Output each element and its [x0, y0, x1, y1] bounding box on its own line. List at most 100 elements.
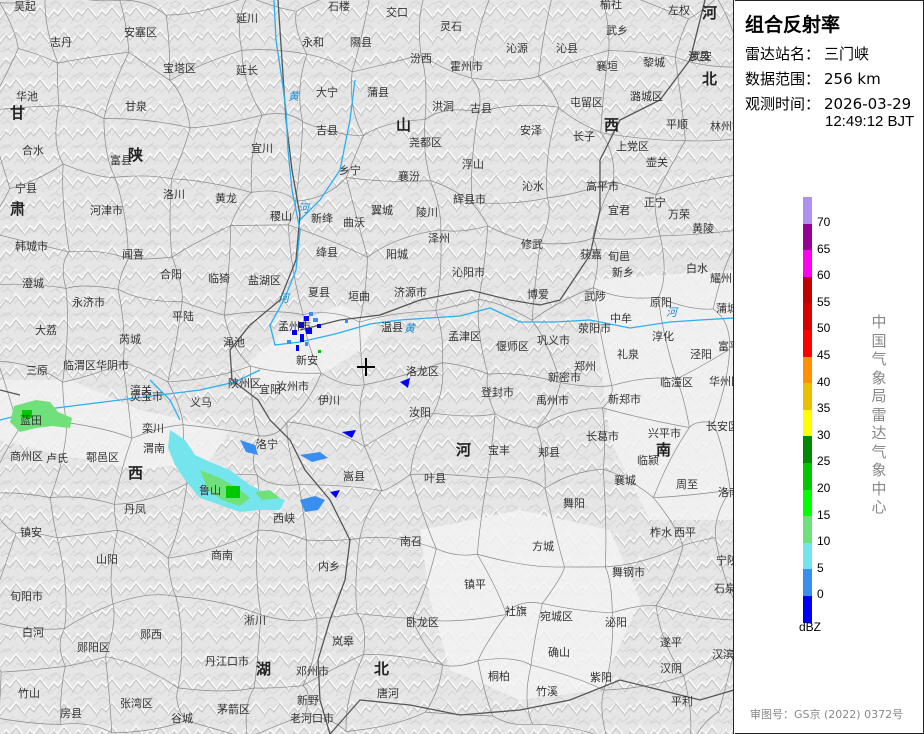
place-label: 镇安 — [20, 525, 42, 539]
place-label: 新野 — [297, 693, 319, 707]
legend-swatch — [803, 489, 812, 517]
place-label: 温县 — [381, 321, 403, 334]
range-row: 数据范围： 256 km — [745, 68, 881, 89]
place-label: 石楼 — [328, 0, 350, 13]
place-label: 华阴市 — [96, 358, 129, 372]
place-label: 伊川 — [318, 394, 340, 407]
time-label: 观测时间： — [745, 95, 821, 113]
place-label: 洛龙区 — [406, 364, 439, 378]
place-label: 灵宝市 — [130, 389, 163, 403]
province-label: 陕 — [128, 146, 143, 164]
place-label: 张湾区 — [120, 696, 153, 710]
place-label: 翼城 — [371, 204, 393, 217]
place-label: 临潼区 — [660, 375, 693, 389]
place-label: 丹江口市 — [205, 654, 249, 668]
place-label: 石泉 — [714, 581, 734, 595]
legend-tick: 40 — [817, 374, 831, 389]
legend-unit: dBZ — [799, 620, 822, 634]
place-label: 宛城区 — [540, 609, 573, 623]
legend-swatch — [803, 303, 812, 330]
place-label: 博爱 — [527, 288, 549, 301]
province-label: 北 — [702, 70, 717, 88]
place-label: 谷城 — [171, 712, 193, 725]
place-label: 澄城 — [22, 276, 44, 290]
legend-swatch — [803, 223, 812, 251]
place-label: 汝阳 — [409, 405, 431, 419]
legend-tick: 65 — [817, 241, 831, 256]
station-row: 雷达站名： 三门峡 — [745, 43, 869, 64]
place-label: 韩城市 — [15, 239, 48, 253]
place-label: 华州区 — [709, 374, 734, 388]
place-label: 柞水 — [650, 525, 672, 539]
place-label: 黄龙 — [215, 191, 237, 205]
place-label: 曲沃 — [343, 216, 365, 229]
place-label: 襄垣 — [596, 59, 618, 73]
place-label: 新密市 — [548, 370, 581, 384]
place-label: 嵩县 — [343, 470, 365, 483]
place-label: 宝塔区 — [163, 61, 196, 75]
radar-map[interactable]: 吴起 延川 石楼 交口 灵石 榆社 左权 志丹 安塞区 永和 隰县 汾西 沁源 沁县 武乡 武安 宝塔区 延长 霍州… — [0, 0, 734, 734]
place-label: 平利 — [671, 695, 693, 708]
info-panel: 组合反射率 雷达站名： 三门峡 数据范围： 256 km 观测时间： 2026-03-… — [735, 0, 924, 734]
place-label: 内乡 — [318, 559, 340, 573]
place-label: 巩义市 — [537, 333, 570, 347]
place-label: 舞阳 — [563, 497, 585, 510]
place-label: 叶县 — [424, 472, 446, 485]
place-label: 汾西 — [410, 52, 432, 65]
place-label: 禹州市 — [536, 393, 569, 407]
place-label: 邓州市 — [296, 664, 329, 678]
place-label: 渑池 — [223, 336, 245, 349]
place-label: 郏县 — [538, 446, 560, 459]
legend-tick: 35 — [817, 401, 831, 416]
place-label: 西平 — [674, 526, 696, 539]
approval-number: 审图号：GS京 (2022) 0372号 — [750, 708, 904, 721]
place-label: 乡宁 — [339, 163, 361, 177]
place-label: 富平 — [718, 339, 734, 353]
province-label: 南 — [656, 441, 671, 459]
place-label: 汝州市 — [276, 379, 309, 393]
place-label: 沁水 — [522, 180, 544, 193]
place-label: 镇平 — [464, 577, 486, 591]
place-label: 尧都区 — [409, 136, 442, 149]
legend-tick: 0 — [817, 587, 824, 602]
place-label: 黄陵 — [692, 221, 714, 235]
place-label: 甘泉 — [125, 99, 147, 113]
place-label: 安泽 — [520, 123, 542, 137]
time-clock: 12:49:12 BJT — [825, 113, 915, 130]
place-label: 鲁山 — [199, 483, 221, 497]
legend-swatch — [803, 329, 812, 357]
place-label: 宁县 — [15, 181, 37, 195]
place-label: 陕州区 — [228, 376, 261, 390]
place-label: 蓝田 — [20, 414, 42, 427]
place-label: 唐河 — [377, 686, 399, 700]
place-label: 黎城 — [643, 55, 665, 69]
place-label: 泾阳 — [690, 348, 712, 361]
place-label: 浮山 — [462, 158, 484, 171]
place-label: 正宁 — [644, 195, 666, 209]
range-label: 数据范围： — [745, 70, 821, 88]
place-label: 义马 — [190, 396, 212, 409]
place-label: 陵川 — [416, 206, 438, 219]
legend-tick: 50 — [817, 321, 831, 336]
place-label: 华池 — [16, 89, 38, 103]
place-label: 白河 — [22, 625, 44, 639]
legend-swatch — [803, 516, 812, 543]
legend-swatch — [803, 383, 812, 410]
legend-swatch — [803, 569, 812, 596]
place-label: 志丹 — [50, 36, 72, 49]
place-label: 蒲城 — [716, 301, 734, 315]
place-label: 郧阳区 — [77, 641, 110, 654]
province-label: 甘 — [10, 104, 25, 122]
legend-tick: 25 — [817, 454, 831, 469]
place-label: 兴平市 — [648, 426, 681, 440]
place-label: 茅箭区 — [217, 702, 250, 716]
place-label: 长葛市 — [586, 429, 619, 443]
place-label: 中牟 — [610, 311, 632, 325]
range-value: 256 km — [824, 70, 881, 88]
place-label: 社旗 — [505, 604, 527, 618]
place-label: 荥阳市 — [578, 321, 611, 335]
place-label: 新乡 — [612, 265, 634, 279]
place-label: 武陟 — [584, 289, 606, 303]
province-label: 河 — [702, 4, 717, 22]
place-label: 闻喜 — [122, 247, 144, 261]
